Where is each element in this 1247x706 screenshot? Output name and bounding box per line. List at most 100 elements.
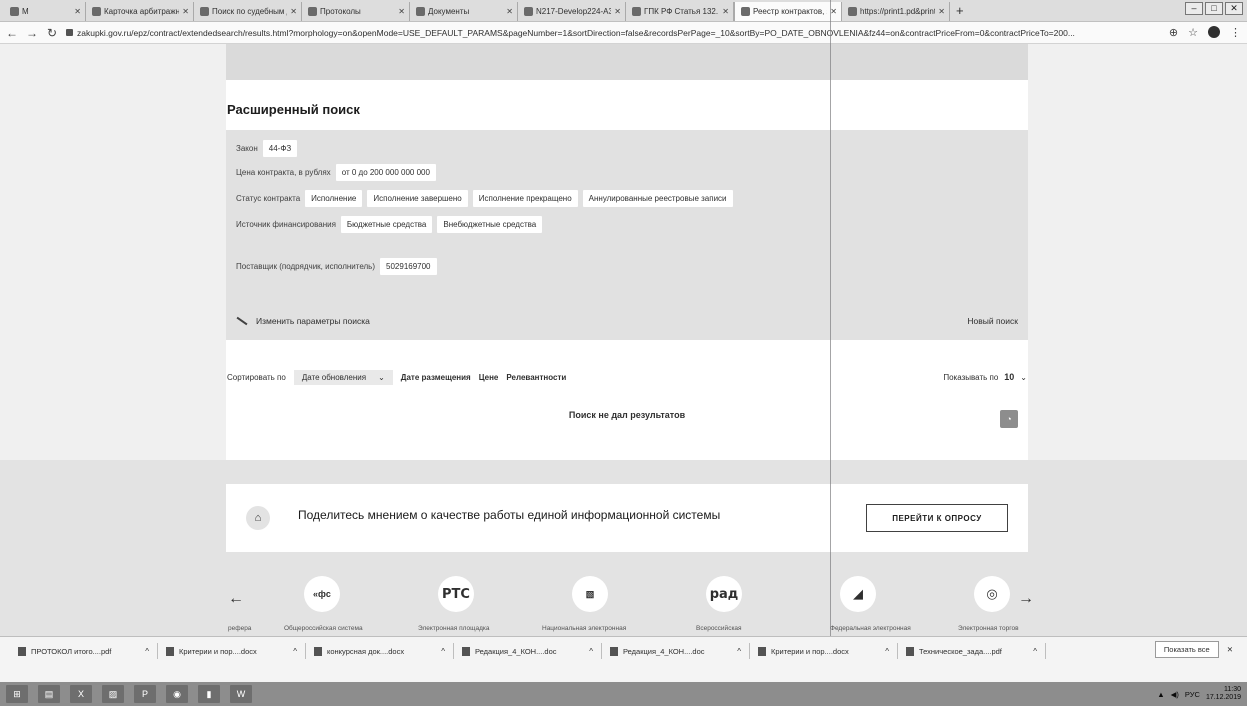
browser-tab[interactable]: Протоколы ✕ xyxy=(302,2,410,21)
address-bar[interactable]: zakupki.gov.ru/epz/contract/extendedsear… xyxy=(66,25,1161,41)
forward-icon[interactable]: → xyxy=(26,26,38,40)
browser-tab[interactable]: Поиск по судебным делам✕ xyxy=(194,2,302,21)
edit-search-link[interactable]: Изменить параметры поиска xyxy=(236,316,370,326)
sort-selected: Дате обновления xyxy=(301,372,367,382)
close-tab-icon[interactable]: ✕ xyxy=(614,7,621,16)
pencil-icon xyxy=(236,316,248,326)
url-text: zakupki.gov.ru/epz/contract/extendedsear… xyxy=(77,27,1075,38)
status-chip[interactable]: Аннулированные реестровые записи xyxy=(582,190,733,207)
download-item[interactable]: Техническое_зада....pdf ^ xyxy=(898,643,1046,659)
maximize-icon[interactable]: □ xyxy=(1205,2,1223,15)
reload-icon[interactable]: ↻ xyxy=(46,26,58,40)
download-item[interactable]: Редакция_4_КОН....doc ^ xyxy=(454,643,602,659)
status-chip[interactable]: Исполнение прекращено xyxy=(472,190,578,207)
show-all-downloads-button[interactable]: Показать все xyxy=(1154,641,1219,658)
download-item[interactable]: ПРОТОКОЛ итого....pdf ^ xyxy=(10,643,158,659)
new-tab-button[interactable]: + xyxy=(950,2,970,21)
chevron-up-icon[interactable]: ^ xyxy=(145,647,149,656)
explorer-icon[interactable]: ▮ xyxy=(198,685,220,703)
partner-logo[interactable]: РТС xyxy=(438,576,474,612)
sort-label: Сортировать по xyxy=(227,372,286,382)
law-chip[interactable]: 44-ФЗ xyxy=(262,140,298,157)
partner-logo[interactable]: ▧ xyxy=(572,576,608,612)
chrome-icon[interactable]: ◉ xyxy=(166,685,188,703)
chevron-up-icon[interactable]: ^ xyxy=(737,647,741,656)
file-icon xyxy=(610,646,618,656)
file-icon xyxy=(462,646,470,656)
new-search-link[interactable]: Новый поиск xyxy=(967,316,1018,326)
survey-text: Поделитесь мнением о качестве работы еди… xyxy=(298,508,721,522)
sort-option[interactable]: Релевантности xyxy=(506,373,566,382)
minimize-icon[interactable]: – xyxy=(1185,2,1203,15)
browser-tab[interactable]: Карточка арбитражного д✕ xyxy=(86,2,194,21)
window-controls: – □ ✕ xyxy=(1185,2,1243,15)
download-item[interactable]: Редакция_4_КОН....doc ^ xyxy=(602,643,750,659)
task-view-icon[interactable]: ▤ xyxy=(38,685,60,703)
rss-icon[interactable]: ◔ xyxy=(1000,410,1018,428)
browser-tab[interactable]: ГПК РФ Статья 132. Докум✕ xyxy=(626,2,734,21)
source-chip[interactable]: Внебюджетные средства xyxy=(437,216,543,233)
excel-icon[interactable]: X xyxy=(70,685,92,703)
browser-tab[interactable]: https://print1.pd&printId ✕ xyxy=(842,2,950,21)
zoom-icon[interactable]: ⊕ xyxy=(1169,26,1178,39)
bookmark-star-icon[interactable]: ☆ xyxy=(1188,26,1198,39)
start-icon[interactable]: ⊞ xyxy=(6,685,28,703)
close-tab-icon[interactable]: ✕ xyxy=(182,7,189,16)
price-chip[interactable]: от 0 до 200 000 000 000 xyxy=(335,164,436,181)
close-tab-icon[interactable]: ✕ xyxy=(290,7,297,16)
chevron-up-icon[interactable]: ^ xyxy=(1033,647,1037,656)
downloads-bar: ПРОТОКОЛ итого....pdf ^ Критерии и пор...… xyxy=(0,636,1247,682)
partner-logo[interactable]: ◎ xyxy=(974,576,1010,612)
close-tab-icon[interactable]: ✕ xyxy=(74,7,81,16)
arrow-left-icon[interactable]: ← xyxy=(228,590,244,608)
clock[interactable]: 11:30 17.12.2019 xyxy=(1206,686,1241,702)
chevron-up-icon[interactable]: ^ xyxy=(293,647,297,656)
close-tab-icon[interactable]: ✕ xyxy=(938,7,945,16)
back-icon[interactable]: ← xyxy=(6,26,18,40)
arrow-right-icon[interactable]: → xyxy=(1018,590,1034,608)
lock-icon xyxy=(66,29,73,36)
sort-select[interactable]: Дате обновления ⌄ xyxy=(293,369,393,385)
download-item[interactable]: Критерии и пор....docx ^ xyxy=(750,643,898,659)
powerpoint-icon[interactable]: P xyxy=(134,685,156,703)
browser-tab[interactable]: M ✕ xyxy=(4,2,86,21)
partner-logo[interactable]: «фс xyxy=(304,576,340,612)
image-app-icon[interactable]: ▨ xyxy=(102,685,124,703)
partner-label: Всероссийская xyxy=(696,625,742,632)
status-chip[interactable]: Исполнение завершено xyxy=(367,190,468,207)
network-icon[interactable]: ▲ xyxy=(1157,690,1164,699)
download-item[interactable]: Критерии и пор....docx ^ xyxy=(158,643,306,659)
survey-button[interactable]: ПЕРЕЙТИ К ОПРОСУ xyxy=(866,504,1008,532)
chevron-up-icon[interactable]: ^ xyxy=(589,647,593,656)
page-size-control[interactable]: Показывать по 10 ⌄ xyxy=(943,372,1027,382)
favicon-icon xyxy=(524,7,533,16)
close-window-icon[interactable]: ✕ xyxy=(1225,2,1243,15)
close-tab-icon[interactable]: ✕ xyxy=(830,7,837,16)
browser-tab-strip: M✕ Карточка арбитражного д✕ Поиск по суд… xyxy=(0,0,1247,22)
profile-avatar[interactable] xyxy=(1208,26,1220,38)
supplier-chip[interactable]: 5029169700 xyxy=(380,258,437,275)
advanced-search-title: Расширенный поиск xyxy=(227,102,360,117)
chevron-down-icon: ⌄ xyxy=(1020,372,1027,382)
download-item[interactable]: конкурсная док....docx ^ xyxy=(306,643,454,659)
chevron-up-icon[interactable]: ^ xyxy=(885,647,889,656)
word-icon[interactable]: W xyxy=(230,685,252,703)
close-tab-icon[interactable]: ✕ xyxy=(506,7,513,16)
close-downloads-icon[interactable]: ✕ xyxy=(1227,645,1233,654)
browser-tab[interactable]: Документы ✕ xyxy=(410,2,518,21)
clock-time: 11:30 xyxy=(1224,686,1241,693)
close-tab-icon[interactable]: ✕ xyxy=(398,7,405,16)
close-tab-icon[interactable]: ✕ xyxy=(722,7,729,16)
partner-logo[interactable]: ◢ xyxy=(840,576,876,612)
sort-option[interactable]: Цене xyxy=(479,373,499,382)
partner-logo[interactable]: рад xyxy=(706,576,742,612)
source-chip[interactable]: Бюджетные средства xyxy=(340,216,433,233)
browser-tab[interactable]: N217-Develop224-A3-Colo✕ xyxy=(518,2,626,21)
menu-icon[interactable]: ⋮ xyxy=(1230,26,1241,39)
sort-option[interactable]: Дате размещения xyxy=(401,373,471,382)
language-indicator[interactable]: РУС xyxy=(1185,690,1200,699)
status-chip[interactable]: Исполнение xyxy=(305,190,363,207)
volume-icon[interactable]: ◀) xyxy=(1171,690,1179,699)
browser-tab-active[interactable]: Реестр контрактов, заклю✕ xyxy=(734,2,842,21)
chevron-up-icon[interactable]: ^ xyxy=(441,647,445,656)
